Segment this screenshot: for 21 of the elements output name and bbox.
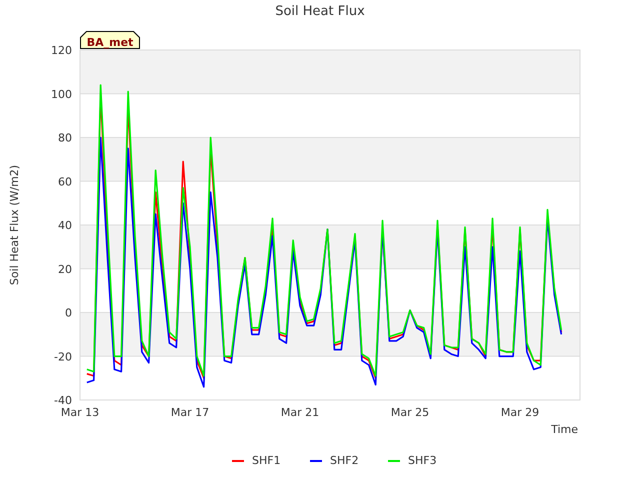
station-badge: BA_met — [80, 31, 140, 49]
legend-label[interactable]: SHF2 — [330, 454, 359, 467]
y-tick-label: 80 — [58, 132, 72, 144]
y-tick-label: 100 — [51, 88, 72, 101]
y-tick-label: -40 — [54, 394, 72, 407]
y-tick-label: 120 — [51, 44, 72, 57]
legend-label[interactable]: SHF3 — [408, 454, 437, 467]
y-axis-title: Soil Heat Flux (W/m2) — [8, 164, 21, 286]
x-tick-label: Mar 29 — [500, 406, 540, 419]
chart-title: Soil Heat Flux — [275, 4, 365, 19]
y-tick-label: -20 — [54, 350, 72, 364]
y-tick-label: 0 — [65, 306, 72, 320]
x-axis-title: Time — [551, 423, 578, 436]
x-tick-label: Mar 17 — [170, 406, 210, 419]
x-tick-label: Mar 25 — [390, 406, 430, 419]
y-tick-label: 60 — [58, 175, 72, 188]
x-tick-label: Mar 13 — [60, 406, 100, 419]
x-tick-label: Mar 21 — [280, 406, 320, 419]
y-tick-label: 40 — [58, 219, 72, 232]
legend-label[interactable]: SHF1 — [252, 454, 281, 467]
y-tick-label: 20 — [58, 262, 72, 276]
